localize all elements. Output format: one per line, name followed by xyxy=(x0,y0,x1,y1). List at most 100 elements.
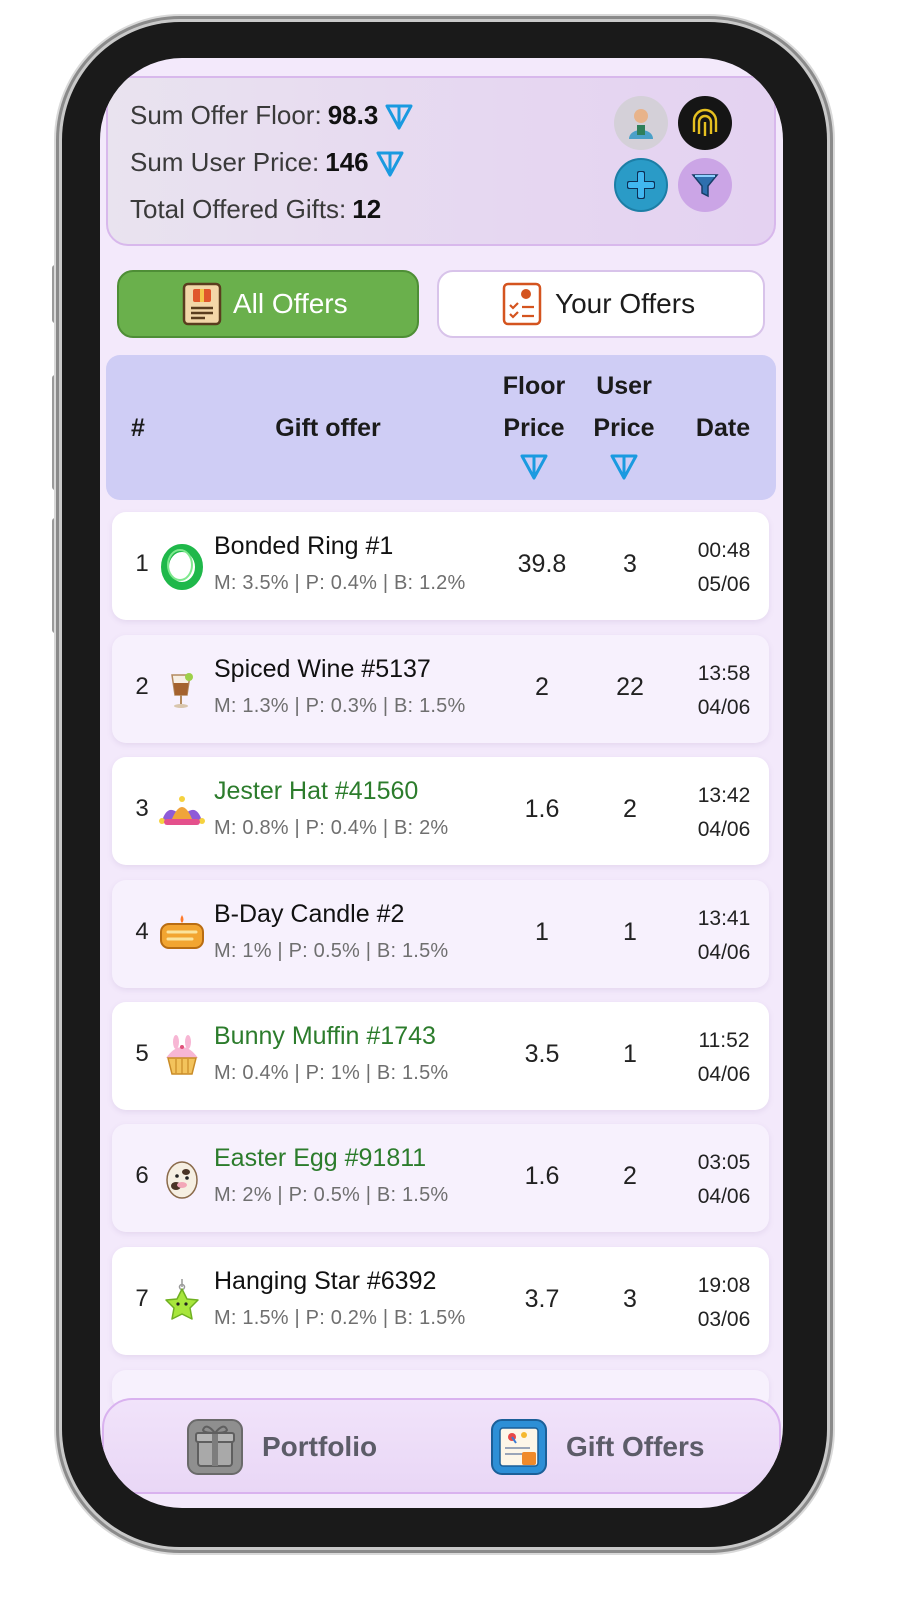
offer-time: 13:42 xyxy=(697,784,751,807)
user-price: 2 xyxy=(623,795,637,823)
col-user-line1: User xyxy=(596,372,652,400)
col-gift-offer[interactable]: Gift offer xyxy=(256,407,400,449)
offer-day: 03/06 xyxy=(697,1308,751,1331)
table-row[interactable]: 1 Bonded Ring #1 M: 3.5% | P: 0.4% | B: … xyxy=(112,512,769,620)
ring-icon xyxy=(161,544,203,590)
easter-egg-icon xyxy=(166,1161,198,1199)
summary-actions xyxy=(614,96,736,216)
power-button xyxy=(826,412,834,594)
gift-name: Bunny Muffin #1743 xyxy=(214,1022,436,1050)
nav-portfolio[interactable]: Portfolio xyxy=(186,1416,377,1478)
gift-name: Bonded Ring #1 xyxy=(214,532,394,560)
row-number: 2 xyxy=(135,673,149,700)
sum-offer-floor-label: Sum Offer Floor: xyxy=(130,100,322,130)
tab-all-offers-label: All Offers xyxy=(233,288,348,319)
nav-portfolio-label: Portfolio xyxy=(262,1431,378,1462)
muffin-icon xyxy=(166,1035,198,1075)
gift-name: Hanging Star #6392 xyxy=(214,1267,437,1295)
row-number: 7 xyxy=(135,1285,149,1312)
gift-name: Spiced Wine #5137 xyxy=(214,655,431,683)
table-row[interactable]: 2 Spiced Wine #5137 M: 1.3% | P: 0.3% | … xyxy=(112,635,769,743)
ton-icon xyxy=(610,454,638,480)
gift-stats: M: 2% | P: 0.5% | B: 1.5% xyxy=(214,1184,449,1206)
row-number: 5 xyxy=(135,1040,149,1067)
offer-date: 19:08 03/06 xyxy=(680,1269,768,1337)
offer-day: 04/06 xyxy=(697,1063,751,1086)
tab-all-offers[interactable]: All Offers xyxy=(117,270,419,338)
table-row[interactable]: 5 Bunny Muffin #1743 M: 0.4% | P: 1% | B… xyxy=(112,1002,769,1110)
total-offered-gifts-label: Total Offered Gifts: xyxy=(130,194,347,224)
table-row[interactable]: 7 Hanging Star #6392 M: 1.5% | P: 0.2% |… xyxy=(112,1247,769,1355)
gift-stats: M: 0.4% | P: 1% | B: 1.5% xyxy=(214,1062,449,1084)
offer-day: 04/06 xyxy=(697,1185,751,1208)
offer-day: 04/06 xyxy=(697,696,751,719)
col-floor-price[interactable]: Floor Price xyxy=(494,365,574,494)
user-price: 2 xyxy=(623,1162,637,1190)
user-avatar-icon[interactable] xyxy=(614,96,668,150)
your-offers-icon xyxy=(502,282,542,326)
col-floor-line2: Price xyxy=(503,414,565,442)
sum-user-price-label: Sum User Price: xyxy=(130,147,320,177)
bottom-nav: Portfolio Gift Offers xyxy=(102,1398,781,1494)
offer-time: 11:52 xyxy=(698,1029,750,1052)
col-date[interactable]: Date xyxy=(682,407,764,449)
col-user-price[interactable]: User Price xyxy=(586,365,662,494)
bday-candle-icon xyxy=(160,915,204,949)
floor-price: 3.5 xyxy=(524,1040,560,1068)
volume-up-button xyxy=(52,375,60,490)
table-header: # Gift offer Floor Price User Price Date xyxy=(106,355,776,500)
user-price: 22 xyxy=(616,673,644,701)
wine-icon xyxy=(171,673,193,708)
table-row[interactable]: 3 Jester Hat #41560 M: 0.8% | P: 0.4% | … xyxy=(112,757,769,865)
offer-date: 00:48 05/06 xyxy=(680,534,768,602)
offer-date: 13:41 04/06 xyxy=(680,902,768,970)
jester-hat-icon xyxy=(159,796,205,825)
gift-box-icon xyxy=(187,1419,243,1475)
floor-price: 1.6 xyxy=(524,1162,560,1190)
sum-offer-floor-value: 98.3 xyxy=(327,100,379,130)
total-offered-gifts-value: 12 xyxy=(352,194,382,224)
col-num: # xyxy=(131,414,145,442)
gift-stats: M: 3.5% | P: 0.4% | B: 1.2% xyxy=(214,572,466,594)
gift-name: Easter Egg #91811 xyxy=(214,1144,427,1172)
gift-stats: M: 1% | P: 0.5% | B: 1.5% xyxy=(214,940,449,962)
fingerprint-icon[interactable] xyxy=(678,96,732,150)
row-number: 4 xyxy=(135,918,149,945)
ton-icon xyxy=(520,454,548,480)
nav-gift-offers[interactable]: Gift Offers xyxy=(490,1416,704,1478)
sum-user-price-value: 146 xyxy=(325,147,369,177)
gift-stats: M: 0.8% | P: 0.4% | B: 2% xyxy=(214,817,449,839)
nav-gift-offers-label: Gift Offers xyxy=(566,1431,705,1462)
user-price: 3 xyxy=(623,550,637,578)
sum-user-price: Sum User Price: 146 xyxy=(130,147,405,178)
volume-down-button xyxy=(52,518,60,633)
gift-name: Jester Hat #41560 xyxy=(214,777,419,805)
app-screen: Sum Offer Floor: 98.3 Sum User Price: 14… xyxy=(100,58,783,1508)
offer-time: 13:41 xyxy=(697,907,751,930)
gift-offers-icon xyxy=(491,1419,547,1475)
offer-time: 13:58 xyxy=(697,662,751,685)
floor-price: 1 xyxy=(535,918,549,946)
sum-offer-floor: Sum Offer Floor: 98.3 xyxy=(130,100,414,131)
ton-icon xyxy=(385,104,413,129)
offer-time: 00:48 xyxy=(697,539,751,562)
table-row[interactable]: 6 Easter Egg #91811 M: 2% | P: 0.5% | B:… xyxy=(112,1124,769,1232)
offer-date: 11:52 04/06 xyxy=(680,1024,768,1092)
offer-date: 13:58 04/06 xyxy=(680,657,768,725)
row-number: 3 xyxy=(135,795,149,822)
row-number: 1 xyxy=(135,550,149,577)
offer-time: 03:05 xyxy=(697,1151,751,1174)
filter-icon[interactable] xyxy=(678,158,732,212)
floor-price: 1.6 xyxy=(524,795,560,823)
add-icon[interactable] xyxy=(614,158,668,212)
floor-price: 3.7 xyxy=(524,1285,560,1313)
tab-your-offers-label: Your Offers xyxy=(555,288,696,319)
offer-day: 04/06 xyxy=(697,941,751,964)
col-user-line2: Price xyxy=(593,414,655,442)
floor-price: 39.8 xyxy=(517,550,567,578)
silent-switch xyxy=(52,265,60,323)
table-row[interactable]: 4 B-Day Candle #2 M: 1% | P: 0.5% | B: 1… xyxy=(112,880,769,988)
star-icon xyxy=(165,1279,199,1320)
tab-your-offers[interactable]: Your Offers xyxy=(437,270,765,338)
ton-icon xyxy=(376,151,404,176)
